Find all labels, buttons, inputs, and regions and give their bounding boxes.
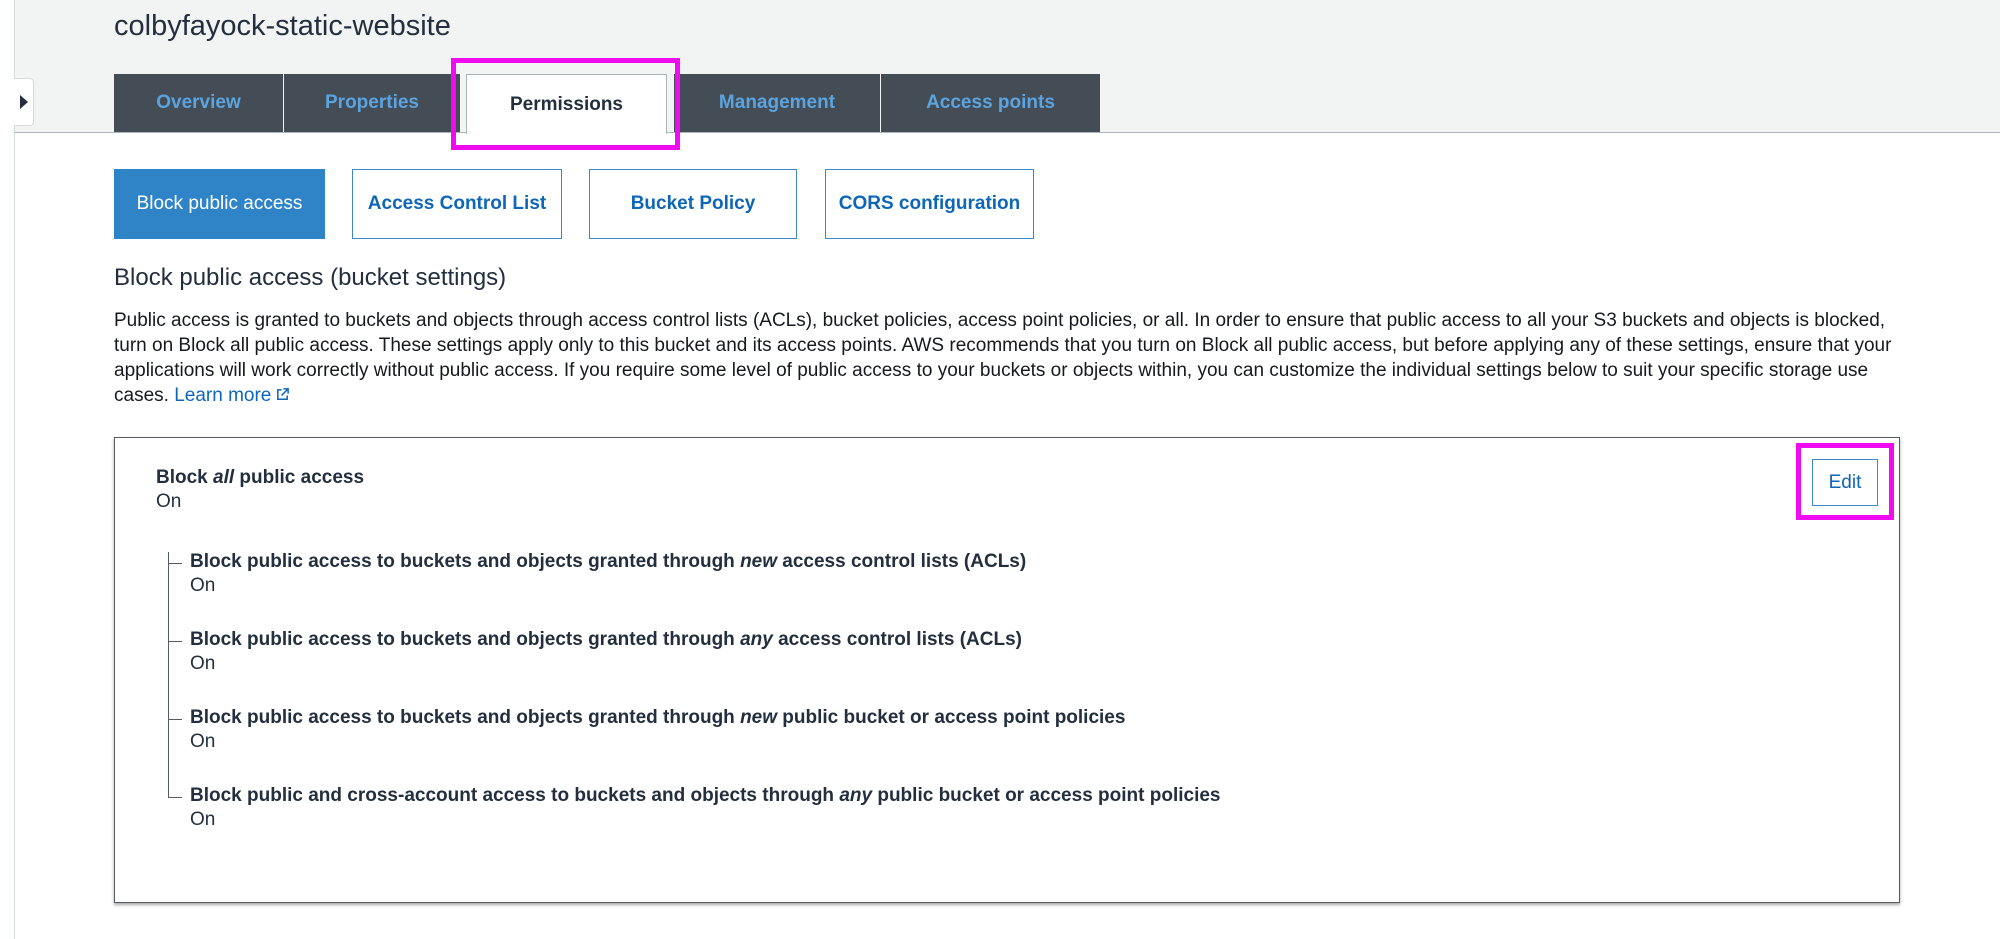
block-all-public-access-title: Block all public access — [156, 467, 364, 489]
tab-properties[interactable]: Properties — [284, 74, 460, 132]
description-text: Public access is granted to buckets and … — [114, 310, 1892, 406]
setting-prefix: Block public and cross-account access to… — [190, 785, 840, 806]
setting-new-acls-value: On — [190, 575, 216, 596]
learn-more-label: Learn more — [174, 385, 272, 406]
learn-more-link[interactable]: Learn more — [174, 385, 290, 406]
subtab-bucket-policy[interactable]: Bucket Policy — [589, 169, 797, 239]
tree-branch — [168, 797, 182, 798]
title-suffix: public access — [234, 467, 365, 488]
setting-prefix: Block public access to buckets and objec… — [190, 629, 741, 650]
bucket-name-title: colbyfayock-static-website — [114, 10, 451, 42]
block-public-access-panel — [114, 437, 1900, 903]
setting-emphasis: any — [740, 629, 773, 650]
setting-suffix: public bucket or access point policies — [777, 707, 1126, 728]
section-title: Block public access (bucket settings) — [114, 264, 507, 291]
setting-any-policies-value: On — [190, 809, 216, 830]
setting-suffix: access control lists (ACLs) — [772, 629, 1023, 650]
setting-emphasis: new — [740, 707, 778, 728]
tab-management[interactable]: Management — [674, 74, 880, 132]
tree-branch — [168, 563, 182, 564]
setting-prefix: Block public access to buckets and objec… — [190, 551, 741, 572]
setting-emphasis: any — [839, 785, 873, 806]
title-prefix: Block — [156, 467, 214, 488]
settings-tree-line — [168, 552, 169, 798]
external-link-icon — [277, 388, 290, 400]
tab-permissions[interactable]: Permissions — [466, 74, 667, 134]
block-all-public-access-value: On — [156, 491, 182, 512]
setting-any-acls-value: On — [190, 653, 216, 674]
tree-branch — [168, 719, 182, 720]
tab-access-points[interactable]: Access points — [881, 74, 1100, 132]
sidebar-border — [14, 0, 15, 939]
setting-new-acls-title: Block public access to buckets and objec… — [190, 551, 1026, 573]
caret-right-icon — [19, 95, 28, 109]
edit-button[interactable]: Edit — [1812, 459, 1878, 506]
subtab-cors-configuration[interactable]: CORS configuration — [825, 169, 1034, 239]
sidebar-toggle-button[interactable] — [14, 78, 34, 126]
setting-any-acls-title: Block public access to buckets and objec… — [190, 629, 1022, 651]
setting-any-policies-title: Block public and cross-account access to… — [190, 785, 1221, 807]
setting-prefix: Block public access to buckets and objec… — [190, 707, 741, 728]
setting-new-policies-title: Block public access to buckets and objec… — [190, 707, 1125, 729]
setting-suffix: public bucket or access point policies — [872, 785, 1221, 806]
setting-suffix: access control lists (ACLs) — [777, 551, 1027, 572]
subtab-block-public-access[interactable]: Block public access — [114, 169, 325, 239]
title-emphasis: all — [213, 467, 235, 488]
setting-emphasis: new — [740, 551, 778, 572]
setting-new-policies-value: On — [190, 731, 216, 752]
tab-overview[interactable]: Overview — [114, 74, 283, 132]
section-description: Public access is granted to buckets and … — [114, 308, 1904, 408]
subtab-access-control-list[interactable]: Access Control List — [352, 169, 562, 239]
tree-branch — [168, 641, 182, 642]
